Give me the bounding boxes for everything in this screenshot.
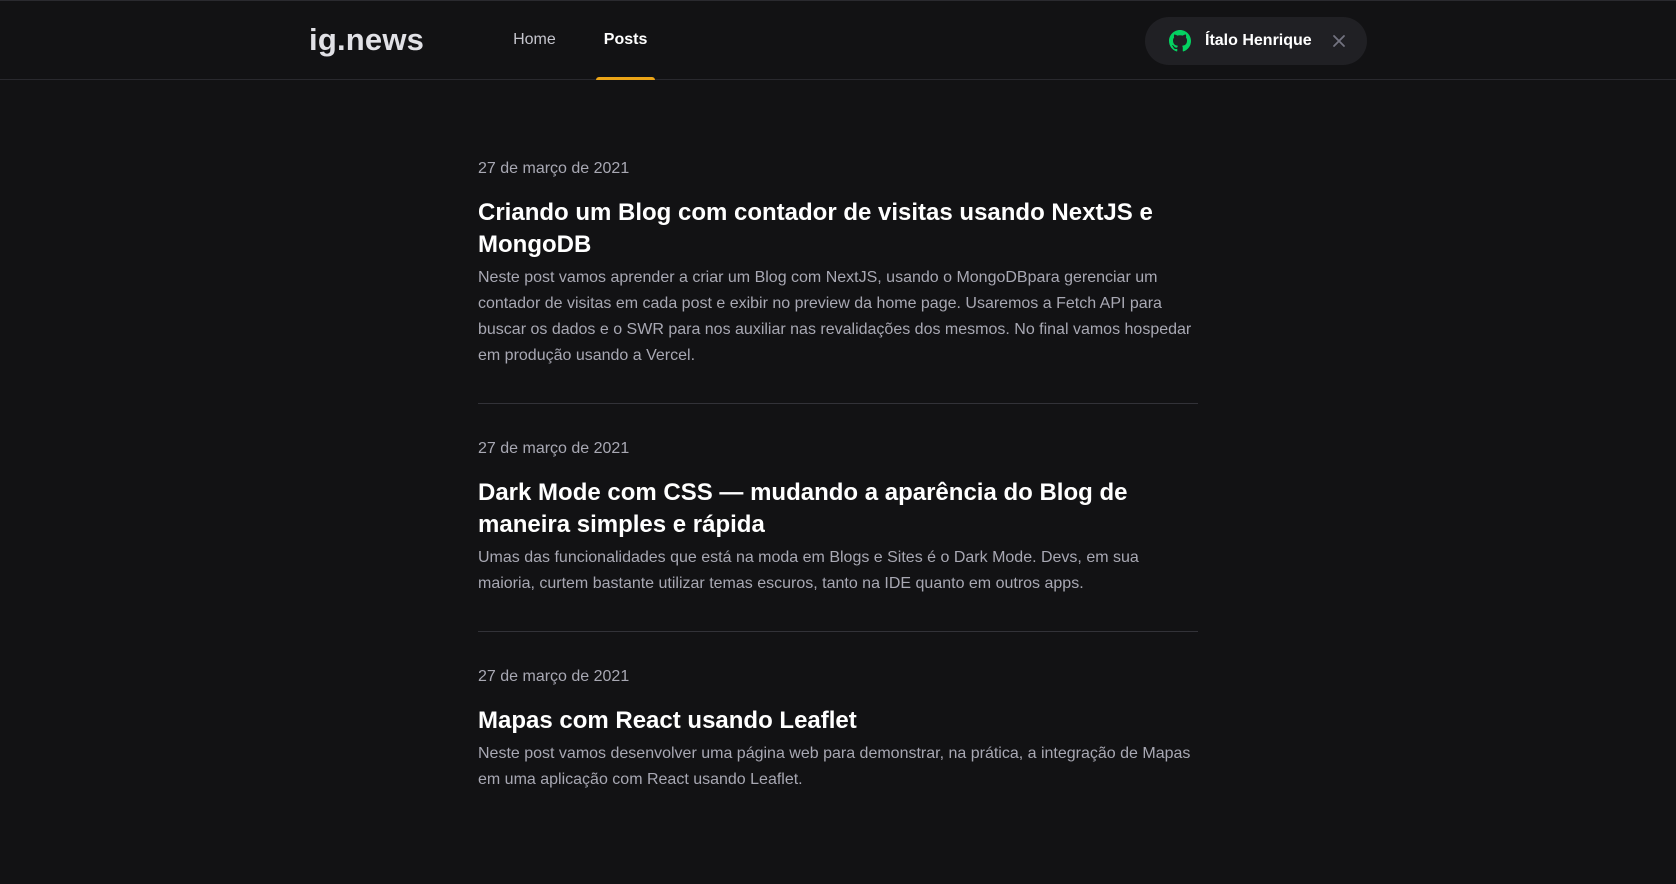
nav-home-link[interactable]: Home (505, 1, 564, 79)
post-item[interactable]: 27 de março de 2021 Dark Mode com CSS — … (478, 438, 1198, 632)
github-icon (1169, 30, 1191, 52)
post-excerpt: Umas das funcionalidades que está na mod… (478, 549, 1139, 592)
header-container: ig.news Home Posts Ítalo Henrique (309, 1, 1367, 80)
posts-list: 27 de março de 2021 Criando um Blog com … (478, 80, 1198, 827)
site-header: ig.news Home Posts Ítalo Henrique (0, 0, 1676, 80)
post-date: 27 de março de 2021 (478, 668, 630, 685)
post-title[interactable]: Criando um Blog com contador de visitas … (478, 197, 1198, 261)
close-icon[interactable] (1331, 33, 1347, 49)
nav-posts-link[interactable]: Posts (595, 1, 656, 80)
post-date: 27 de março de 2021 (478, 160, 630, 177)
post-item[interactable]: 27 de março de 2021 Criando um Blog com … (478, 158, 1198, 404)
logo[interactable]: ig.news (309, 22, 424, 58)
post-excerpt: Neste post vamos aprender a criar um Blo… (478, 269, 1192, 364)
post-title[interactable]: Mapas com React usando Leaflet (478, 705, 1198, 737)
post-title[interactable]: Dark Mode com CSS — mudando a aparência … (478, 477, 1198, 541)
main-nav: Home Posts (505, 1, 656, 80)
github-user-button[interactable]: Ítalo Henrique (1145, 17, 1367, 65)
post-date: 27 de março de 2021 (478, 440, 630, 457)
user-name: Ítalo Henrique (1205, 32, 1312, 49)
post-excerpt: Neste post vamos desenvolver uma página … (478, 745, 1191, 788)
post-item[interactable]: 27 de março de 2021 Mapas com React usan… (478, 666, 1198, 827)
